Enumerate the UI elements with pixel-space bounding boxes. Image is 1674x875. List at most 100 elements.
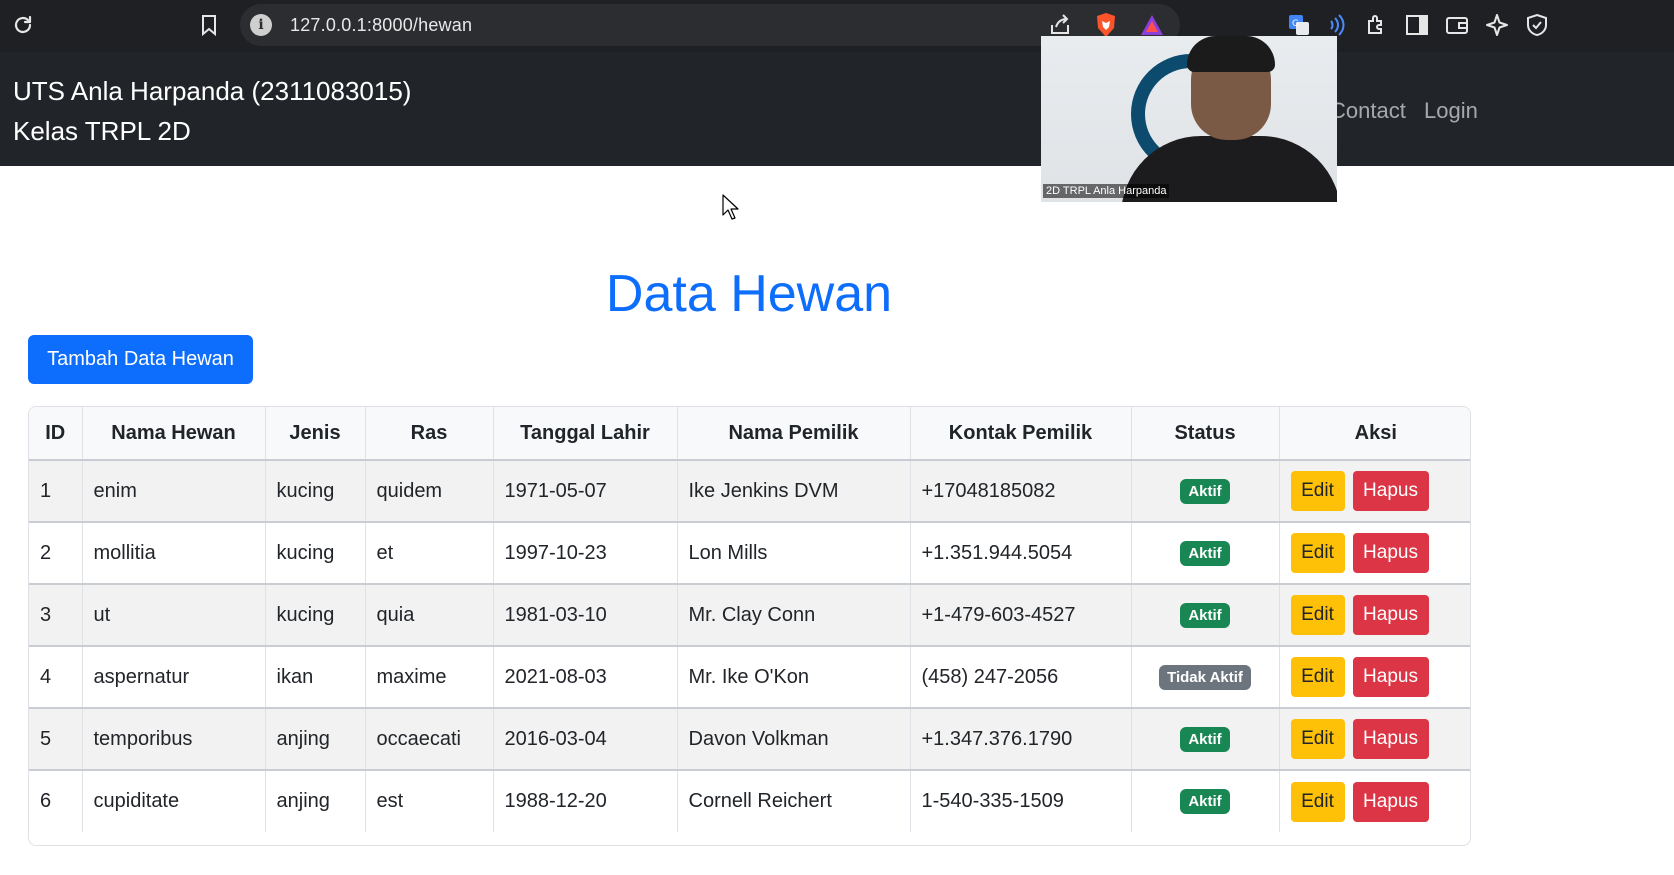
edit-button[interactable]: Edit <box>1290 471 1345 511</box>
cell-id: 5 <box>29 708 83 770</box>
table-row: 1 enim kucing quidem 1971-05-07 Ike Jenk… <box>29 460 1470 522</box>
cell-jenis: anjing <box>265 770 366 832</box>
table-row: 4 aspernatur ikan maxime 2021-08-03 Mr. … <box>29 646 1470 708</box>
cell-nama-pemilik: Lon Mills <box>677 522 911 584</box>
person-hair <box>1187 36 1275 72</box>
cell-ras: quidem <box>365 460 494 522</box>
brave-rewards-icon[interactable] <box>1140 12 1164 38</box>
cell-status: Aktif <box>1131 522 1280 584</box>
svg-text:G: G <box>1292 19 1299 29</box>
reload-icon[interactable] <box>10 12 36 38</box>
read-aloud-icon[interactable] <box>1324 12 1350 38</box>
cell-aksi: Edit Hapus <box>1279 770 1470 832</box>
cell-status: Aktif <box>1131 770 1280 832</box>
edit-button[interactable]: Edit <box>1290 657 1345 697</box>
column-header-id: ID <box>29 407 83 460</box>
cell-jenis: kucing <box>265 522 366 584</box>
browser-toolbar: i 127.0.0.1:8000/hewan G <box>0 0 1674 52</box>
translate-icon[interactable]: G <box>1286 12 1312 38</box>
cell-nama-hewan: aspernatur <box>82 646 266 708</box>
cell-kontak-pemilik: +1.347.376.1790 <box>910 708 1132 770</box>
cell-tanggal-lahir: 2021-08-03 <box>493 646 678 708</box>
delete-button[interactable]: Hapus <box>1352 657 1429 697</box>
share-icon[interactable] <box>1048 12 1072 38</box>
status-badge: Aktif <box>1180 540 1230 566</box>
cell-kontak-pemilik: +1.351.944.5054 <box>910 522 1132 584</box>
cell-tanggal-lahir: 1981-03-10 <box>493 584 678 646</box>
edit-button[interactable]: Edit <box>1290 595 1345 635</box>
cell-jenis: ikan <box>265 646 366 708</box>
cell-nama-pemilik: Mr. Ike O'Kon <box>677 646 911 708</box>
table-row: 6 cupiditate anjing est 1988-12-20 Corne… <box>29 770 1470 832</box>
cell-kontak-pemilik: 1-540-335-1509 <box>910 770 1132 832</box>
table-row: 5 temporibus anjing occaecati 2016-03-04… <box>29 708 1470 770</box>
delete-button[interactable]: Hapus <box>1352 781 1429 822</box>
cell-aksi: Edit Hapus <box>1279 584 1470 646</box>
cell-ras: et <box>365 522 494 584</box>
column-header-kontak-pemilik: Kontak Pemilik <box>910 407 1132 460</box>
status-badge: Aktif <box>1180 726 1230 752</box>
navbar-brand-title[interactable]: UTS Anla Harpanda (2311083015) <box>13 76 411 107</box>
cell-status: Aktif <box>1131 708 1280 770</box>
column-header-nama-pemilik: Nama Pemilik <box>677 407 911 460</box>
edit-button[interactable]: Edit <box>1290 719 1345 759</box>
cell-nama-pemilik: Ike Jenkins DVM <box>677 460 911 522</box>
status-badge: Tidak Aktif <box>1159 664 1251 690</box>
cell-aksi: Edit Hapus <box>1279 708 1470 770</box>
cell-kontak-pemilik: (458) 247-2056 <box>910 646 1132 708</box>
cell-tanggal-lahir: 1988-12-20 <box>493 770 678 832</box>
cell-ras: est <box>365 770 494 832</box>
vpn-icon[interactable] <box>1524 12 1550 38</box>
delete-button[interactable]: Hapus <box>1352 533 1429 573</box>
table-row: 2 mollitia kucing et 1997-10-23 Lon Mill… <box>29 522 1470 584</box>
site-info-icon[interactable]: i <box>250 14 272 36</box>
wallet-icon[interactable] <box>1444 12 1470 38</box>
cell-id: 1 <box>29 460 83 522</box>
url-text[interactable]: 127.0.0.1:8000/hewan <box>290 15 472 36</box>
edit-button[interactable]: Edit <box>1290 781 1345 822</box>
column-header-aksi: Aksi <box>1354 421 1397 444</box>
cell-nama-hewan: enim <box>82 460 266 522</box>
cell-ras: quia <box>365 584 494 646</box>
leo-ai-icon[interactable] <box>1484 12 1510 38</box>
navbar-brand-class[interactable]: Kelas TRPL 2D <box>13 116 191 147</box>
cell-nama-hewan: cupiditate <box>82 770 266 832</box>
cell-id: 4 <box>29 646 83 708</box>
delete-button[interactable]: Hapus <box>1352 471 1429 511</box>
cell-kontak-pemilik: +17048185082 <box>910 460 1132 522</box>
cell-id: 6 <box>29 770 83 832</box>
delete-button[interactable]: Hapus <box>1352 595 1429 635</box>
cell-ras: occaecati <box>365 708 494 770</box>
cell-id: 3 <box>29 584 83 646</box>
table-header-row: ID Nama Hewan Jenis Ras Tanggal Lahir Na… <box>29 407 1470 460</box>
cell-status: Aktif <box>1131 584 1280 646</box>
cell-jenis: anjing <box>265 708 366 770</box>
cell-nama-pemilik: Davon Volkman <box>677 708 911 770</box>
page-title: Data Hewan <box>605 265 893 323</box>
cell-tanggal-lahir: 2016-03-04 <box>493 708 678 770</box>
cell-tanggal-lahir: 1997-10-23 <box>493 522 678 584</box>
extensions-icon[interactable] <box>1364 12 1390 38</box>
cell-ras: maxime <box>365 646 494 708</box>
cell-status: Aktif <box>1131 460 1280 522</box>
edit-button[interactable]: Edit <box>1290 533 1345 573</box>
cell-nama-pemilik: Mr. Clay Conn <box>677 584 911 646</box>
delete-button[interactable]: Hapus <box>1352 719 1429 759</box>
cell-id: 2 <box>29 522 83 584</box>
address-bar[interactable]: i 127.0.0.1:8000/hewan <box>240 4 1180 46</box>
cell-status: Tidak Aktif <box>1131 646 1280 708</box>
nav-link-login[interactable]: Login <box>1424 98 1478 124</box>
cell-nama-hewan: mollitia <box>82 522 266 584</box>
webcam-name-label: 2D TRPL Anla Harpanda <box>1043 184 1170 198</box>
cell-jenis: kucing <box>265 584 366 646</box>
add-animal-button[interactable]: Tambah Data Hewan <box>28 335 253 384</box>
sidebar-icon[interactable] <box>1404 12 1430 38</box>
mouse-cursor-icon <box>722 194 740 225</box>
brave-shield-icon[interactable] <box>1094 12 1118 38</box>
cell-aksi: Edit Hapus <box>1279 460 1470 522</box>
column-header-tanggal-lahir: Tanggal Lahir <box>493 407 678 460</box>
nav-link-contact[interactable]: Contact <box>1330 98 1406 124</box>
status-badge: Aktif <box>1180 478 1230 504</box>
bookmark-icon[interactable] <box>196 12 222 38</box>
cell-nama-hewan: temporibus <box>82 708 266 770</box>
